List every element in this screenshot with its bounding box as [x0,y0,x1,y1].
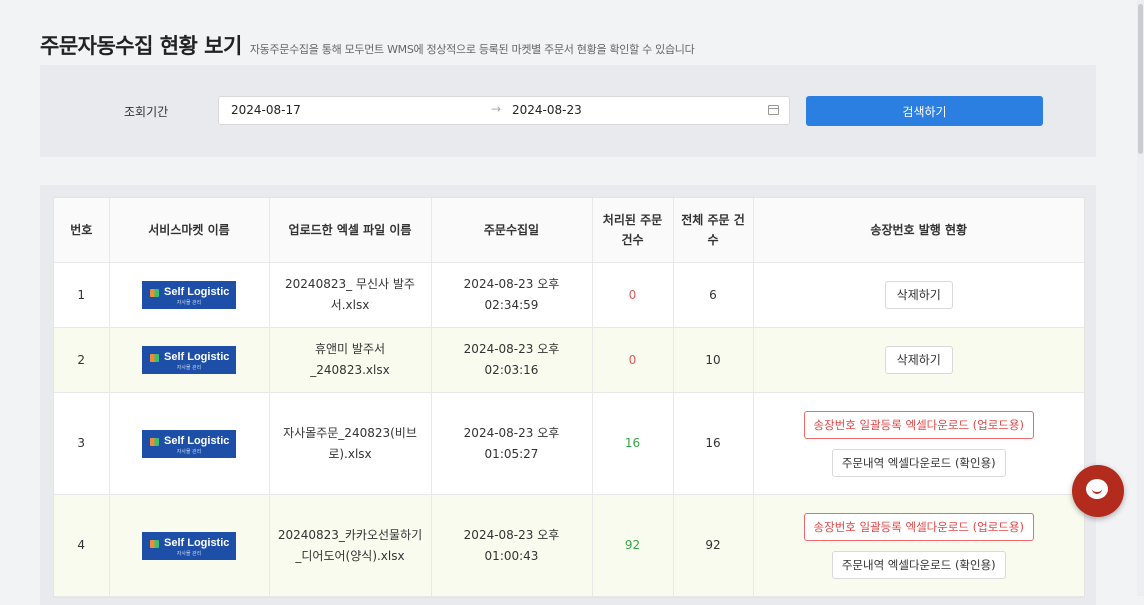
file-name: 자사몰주문_240823(비브로).xlsx [269,392,432,495]
collection-date: 2024-08-23 오후 01:05:27 [431,392,593,495]
logo-name: Self Logistic [164,434,230,447]
total-count: 92 [673,494,754,597]
invoice-status-cell: 송장번호 일괄등록 엑셀다운로드 (업로드용) 주문내역 엑셀다운로드 (확인용… [753,392,1084,495]
total-count: 10 [673,327,754,393]
logo-mark-icon [150,539,159,548]
table-row: 4 Self Logistic 자사몰 관리 20240823_카카오선물하기_… [54,494,1084,597]
row-number: 1 [54,262,110,328]
search-button[interactable]: 검색하기 [806,96,1043,126]
total-count: 6 [673,262,754,328]
self-logistic-logo: Self Logistic 자사몰 관리 [142,281,236,309]
table-header-row: 번호 서비스마켓 이름 업로드한 엑셀 파일 이름 주문수집일 처리된 주문 건… [54,198,1084,263]
logo-mark-icon [150,354,159,362]
delete-button[interactable]: 삭제하기 [884,346,953,374]
results-table-wrapper: 번호 서비스마켓 이름 업로드한 엑셀 파일 이름 주문수집일 처리된 주문 건… [53,197,1085,598]
invoice-status-cell: 삭제하기 [753,262,1084,328]
order-detail-download-button[interactable]: 주문내역 엑셀다운로드 (확인용) [831,448,1006,477]
self-logistic-logo: Self Logistic 자사몰 관리 [142,346,236,374]
collection-date: 2024-08-23 오후 02:34:59 [431,262,593,328]
col-header-invoice-status: 송장번호 발행 현황 [753,198,1084,263]
row-number: 4 [54,494,110,597]
scrollbar-thumb[interactable] [1138,4,1143,154]
col-header-file: 업로드한 엑셀 파일 이름 [269,198,432,263]
search-period-label: 조회기간 [124,105,169,119]
page-header: 주문자동수집 현황 보기 자동주문수집을 통해 모두먼트 WMS에 정상적으로 … [40,30,695,60]
date-range-arrow: → [491,102,502,116]
page-subtitle: 자동주문수집을 통해 모두먼트 WMS에 정상적으로 등록된 마켓별 주문서 현… [249,43,695,56]
logo-name: Self Logistic [164,536,230,549]
processed-count: 0 [592,262,674,328]
chat-launcher-button[interactable] [1072,465,1124,517]
col-header-processed: 처리된 주문 건수 [592,198,674,263]
collection-date: 2024-08-23 오후 01:00:43 [431,494,593,597]
self-logistic-logo: Self Logistic 자사몰 관리 [142,531,236,560]
order-collection-table: 번호 서비스마켓 이름 업로드한 엑셀 파일 이름 주문수집일 처리된 주문 건… [54,198,1084,597]
file-name: 20240823_카카오선물하기_디어도어(양식).xlsx [269,494,432,597]
table-row: 3 Self Logistic 자사몰 관리 자사몰주문_240823(비브로)… [54,392,1084,495]
col-header-market: 서비스마켓 이름 [109,198,270,263]
logo-name: Self Logistic [164,351,230,363]
row-number: 3 [54,392,110,495]
logo-mark-icon [150,437,159,446]
results-card: 번호 서비스마켓 이름 업로드한 엑셀 파일 이름 주문수집일 처리된 주문 건… [40,185,1096,605]
processed-count: 0 [592,327,674,393]
logo-name: Self Logistic [164,286,230,298]
date-range-picker[interactable]: 2024-08-17 → 2024-08-23 [218,96,790,125]
logo-mark-icon [150,289,159,297]
invoice-upload-download-button[interactable]: 송장번호 일괄등록 엑셀다운로드 (업로드용) [803,512,1034,541]
chat-icon [1086,479,1108,499]
total-count: 16 [673,392,754,495]
calendar-icon[interactable] [768,105,779,115]
col-header-number: 번호 [54,198,110,263]
start-date-input[interactable]: 2024-08-17 [231,103,301,117]
search-panel: 조회기간 2024-08-17 → 2024-08-23 검색하기 [40,65,1096,157]
processed-count: 16 [592,392,674,495]
logo-tagline: 자사몰 관리 [176,300,202,306]
market-cell: Self Logistic 자사몰 관리 [109,392,270,495]
invoice-upload-download-button[interactable]: 송장번호 일괄등록 엑셀다운로드 (업로드용) [803,410,1034,439]
market-cell: Self Logistic 자사몰 관리 [109,327,270,393]
processed-count: 92 [592,494,674,597]
table-row: 1 Self Logistic 자사몰 관리 20240823_ 무신사 발주서… [54,262,1084,328]
collection-date: 2024-08-23 오후 02:03:16 [431,327,593,393]
end-date-input[interactable]: 2024-08-23 [512,103,582,117]
logo-tagline: 자사몰 관리 [176,550,202,557]
file-name: 휴앤미 발주서_240823.xlsx [269,327,432,393]
page-scrollbar[interactable] [1137,0,1144,596]
logo-tagline: 자사몰 관리 [176,448,202,455]
self-logistic-logo: Self Logistic 자사몰 관리 [142,429,236,458]
invoice-status-cell: 송장번호 일괄등록 엑셀다운로드 (업로드용) 주문내역 엑셀다운로드 (확인용… [753,494,1084,597]
row-number: 2 [54,327,110,393]
col-header-total: 전체 주문 건수 [673,198,754,263]
file-name: 20240823_ 무신사 발주서.xlsx [269,262,432,328]
delete-button[interactable]: 삭제하기 [884,281,953,309]
col-header-date: 주문수집일 [431,198,593,263]
table-row: 2 Self Logistic 자사몰 관리 휴앤미 발주서_240823.xl… [54,327,1084,393]
invoice-status-cell: 삭제하기 [753,327,1084,393]
logo-tagline: 자사몰 관리 [176,365,202,371]
market-cell: Self Logistic 자사몰 관리 [109,262,270,328]
page-title: 주문자동수집 현황 보기 [40,34,242,58]
order-detail-download-button[interactable]: 주문내역 엑셀다운로드 (확인용) [831,550,1006,579]
market-cell: Self Logistic 자사몰 관리 [109,494,270,597]
